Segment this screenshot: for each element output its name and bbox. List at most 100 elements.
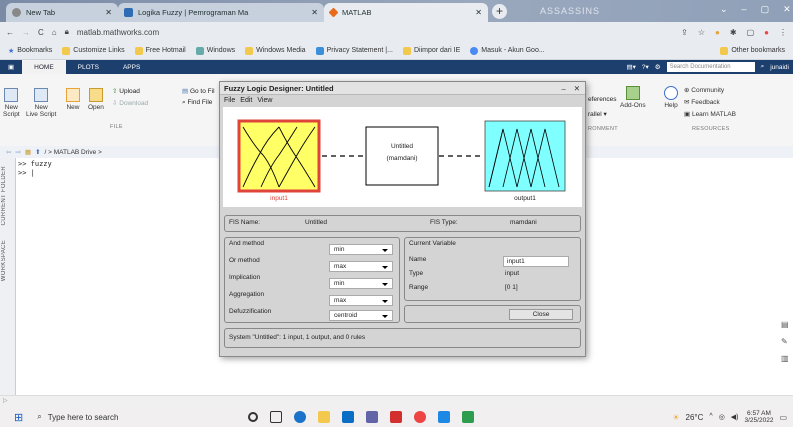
- command-window[interactable]: >> fuzzy >> |: [18, 160, 52, 178]
- panel-icon[interactable]: ▥: [781, 354, 793, 363]
- mail-icon[interactable]: [438, 411, 451, 423]
- star-icon[interactable]: ☆: [698, 28, 705, 37]
- home-icon[interactable]: ⌂: [52, 28, 57, 37]
- preferences-button[interactable]: eferences: [588, 96, 617, 103]
- menu-view[interactable]: View: [257, 97, 272, 104]
- feedback-link[interactable]: ✉ Feedback: [684, 98, 720, 106]
- user-name[interactable]: junaidi: [770, 64, 789, 71]
- or-method-select[interactable]: max: [329, 261, 393, 272]
- bookmark-item[interactable]: Masuk - Akun Goo...: [470, 46, 545, 55]
- new-script-button[interactable]: New Script: [3, 88, 20, 118]
- store-icon[interactable]: [342, 411, 355, 423]
- bookmark-item[interactable]: Windows: [195, 46, 235, 55]
- output-block[interactable]: [484, 120, 566, 192]
- search-icon[interactable]: ⌕: [761, 63, 765, 71]
- new-button[interactable]: New: [66, 88, 80, 111]
- goto-file-button[interactable]: ▤ Go to Fil: [182, 87, 215, 95]
- bookmark-item[interactable]: Customize Links: [62, 46, 125, 55]
- windows-start-icon[interactable]: ⊞: [14, 411, 23, 424]
- open-button[interactable]: Open: [88, 88, 104, 111]
- defuzzification-select[interactable]: centroid: [329, 310, 393, 321]
- share-icon[interactable]: ⇪: [681, 28, 688, 37]
- edge-icon[interactable]: [294, 411, 307, 423]
- other-bookmarks[interactable]: Other bookmarks: [720, 46, 785, 55]
- chevron-up-icon[interactable]: ^: [709, 413, 712, 421]
- minimize-icon[interactable]: –: [742, 4, 747, 15]
- back-icon[interactable]: ←: [6, 28, 14, 37]
- editor-icon[interactable]: ✎: [781, 337, 793, 346]
- minimize-icon[interactable]: –: [562, 84, 566, 93]
- chrome-icon[interactable]: [414, 411, 427, 423]
- maximize-icon[interactable]: ▢: [761, 4, 770, 15]
- forward-icon[interactable]: ⇨: [15, 148, 20, 156]
- reload-icon[interactable]: C: [38, 28, 44, 37]
- folder-path[interactable]: / > MATLAB Drive >: [45, 149, 102, 156]
- current-folder-tab[interactable]: CURRENT FOLDER: [1, 166, 7, 225]
- tab-new-tab[interactable]: New Tab ✕: [6, 3, 118, 22]
- menu-edit[interactable]: Edit: [240, 97, 252, 104]
- aggregation-select[interactable]: max: [329, 295, 393, 306]
- taskbar-search[interactable]: ⌕ Type here to search: [37, 412, 242, 422]
- weather-temp[interactable]: 26°C: [686, 413, 704, 422]
- tab-logika-fuzzy[interactable]: Logika Fuzzy | Pemrograman Ma ✕: [118, 3, 324, 22]
- search-documentation-input[interactable]: Search Documentation: [666, 62, 755, 72]
- add-ons-button[interactable]: Add-Ons: [620, 86, 646, 109]
- close-icon[interactable]: ✕: [475, 8, 482, 17]
- app-icon[interactable]: [462, 411, 475, 423]
- bookmark-item[interactable]: Windows Media: [245, 46, 306, 55]
- volume-icon[interactable]: ◀): [731, 413, 739, 421]
- tab-matlab[interactable]: MATLAB ✕: [324, 3, 488, 22]
- close-button[interactable]: Close: [509, 309, 573, 320]
- bookmark-item[interactable]: ★ Bookmarks: [8, 47, 52, 55]
- new-tab-button[interactable]: +: [492, 4, 507, 19]
- extension-icon[interactable]: ●: [715, 28, 720, 37]
- learn-matlab-link[interactable]: ▣ Learn MATLAB: [684, 110, 736, 118]
- input-block[interactable]: [237, 119, 321, 193]
- find-file-button[interactable]: ⌕ Find File: [182, 99, 212, 107]
- bookmark-item[interactable]: Privacy Statement |...: [315, 46, 393, 55]
- browse-icon[interactable]: ▦: [25, 148, 31, 156]
- office-icon[interactable]: [390, 411, 403, 423]
- tab-apps[interactable]: APPS: [111, 60, 152, 74]
- tab-plots[interactable]: PLOTS: [66, 60, 111, 74]
- puzzle-icon[interactable]: ✱: [730, 28, 737, 37]
- close-icon[interactable]: ✕: [574, 84, 580, 93]
- settings-icon[interactable]: ⚙: [655, 63, 661, 71]
- variable-name-input[interactable]: input1: [503, 256, 569, 267]
- url-input[interactable]: matlab.mathworks.com: [77, 28, 159, 37]
- avatar[interactable]: ●: [764, 28, 769, 37]
- menu-icon[interactable]: ⋮: [779, 28, 787, 37]
- quick-access-icon[interactable]: ▤▾: [626, 63, 635, 71]
- clock[interactable]: 6:57 AM 3/25/2022: [745, 410, 774, 424]
- bookmark-item[interactable]: Diimpor dari IE: [402, 46, 460, 55]
- up-folder-icon[interactable]: ⬆: [35, 148, 40, 156]
- download-button[interactable]: ⇩ Download: [112, 99, 148, 107]
- new-live-script-button[interactable]: New Live Script: [26, 88, 56, 118]
- notification-icon[interactable]: ▭: [779, 413, 787, 422]
- help-icon[interactable]: ?▾: [642, 63, 649, 71]
- task-view-icon[interactable]: [270, 411, 283, 423]
- network-icon[interactable]: ◎: [719, 413, 725, 421]
- upload-button[interactable]: ⇧ Upload: [112, 87, 140, 95]
- close-icon[interactable]: ✕: [105, 8, 112, 17]
- chevron-down-icon[interactable]: ⌄: [720, 4, 728, 15]
- community-link[interactable]: ⊕ Community: [684, 86, 724, 94]
- cortana-icon[interactable]: [248, 412, 259, 422]
- close-icon[interactable]: ✕: [783, 4, 791, 15]
- workspace-tab[interactable]: WORKSPACE: [1, 240, 7, 281]
- back-icon[interactable]: ⇦: [6, 148, 11, 156]
- forward-icon[interactable]: →: [22, 28, 30, 37]
- menu-file[interactable]: File: [224, 97, 235, 104]
- file-explorer-icon[interactable]: [318, 411, 331, 423]
- implication-select[interactable]: min: [329, 278, 393, 289]
- tab-home[interactable]: HOME: [22, 60, 66, 74]
- sidepanel-icon[interactable]: ▢: [747, 28, 755, 37]
- close-icon[interactable]: ✕: [311, 8, 318, 17]
- command-prompt[interactable]: >> |: [18, 169, 52, 178]
- photos-icon[interactable]: [366, 411, 379, 423]
- parallel-button[interactable]: rallel ▾: [588, 110, 607, 118]
- bookmark-item[interactable]: Free Hotmail: [134, 46, 186, 55]
- figure-icon[interactable]: ▤: [781, 320, 793, 329]
- help-button[interactable]: Help: [664, 86, 678, 109]
- and-method-select[interactable]: min: [329, 244, 393, 255]
